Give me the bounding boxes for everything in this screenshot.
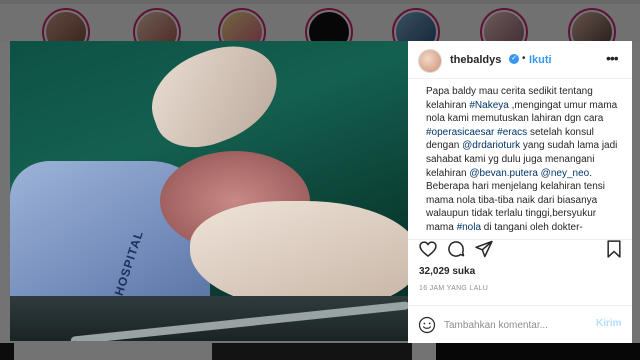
gloved-hand [138, 41, 292, 161]
comment-icon[interactable] [446, 239, 466, 259]
bookmark-icon[interactable] [604, 239, 624, 259]
avatar[interactable] [418, 49, 442, 73]
gloved-hand [190, 201, 408, 311]
caption-tag-link[interactable]: @ney_neo [541, 168, 590, 179]
action-icons [418, 239, 494, 261]
caption-tag-link[interactable]: #operasicaesar [426, 127, 494, 138]
smile-icon[interactable] [418, 316, 436, 334]
follow-button[interactable]: Ikuti [529, 54, 552, 66]
post-comment-button[interactable]: Kirim [596, 318, 622, 329]
caption-tag-link[interactable]: @drdarioturk [462, 140, 520, 151]
post-photo[interactable]: HOSPITAL [10, 41, 408, 341]
heart-icon[interactable] [418, 239, 438, 259]
comment-bar: Kirim [408, 305, 632, 343]
verified-badge-icon: ✓ [509, 54, 519, 64]
separator: • [522, 53, 526, 64]
more-options-icon[interactable]: ••• [606, 50, 619, 66]
post-details-panel: thebaldys ✓ • Ikuti ••• Papa baldy mau c… [408, 41, 632, 343]
share-icon[interactable] [474, 239, 494, 259]
caption-tag-link[interactable]: #Nakeya [469, 100, 508, 111]
caption-text: di tangani oleh dokter- [481, 221, 583, 233]
incubator-tray [10, 296, 408, 341]
like-count[interactable]: 32,029 suka [419, 266, 475, 277]
post-header: thebaldys ✓ • Ikuti ••• [408, 41, 632, 79]
comment-input[interactable] [444, 317, 584, 333]
post-timestamp[interactable]: 16 JAM YANG LALU [419, 285, 488, 292]
caption-tag-link[interactable]: @bevan.putera [469, 168, 538, 179]
caption-tag-link[interactable]: #nola [457, 222, 481, 233]
caption-tag-link[interactable]: #eracs [497, 127, 527, 138]
username[interactable]: thebaldys [450, 54, 501, 66]
